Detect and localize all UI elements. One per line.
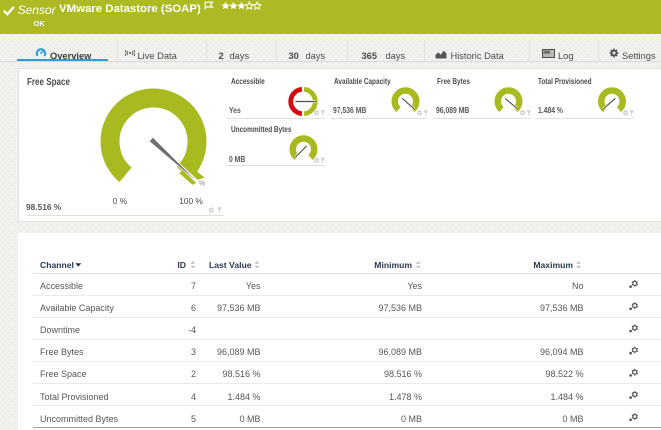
svg-text:%: % (199, 179, 206, 188)
